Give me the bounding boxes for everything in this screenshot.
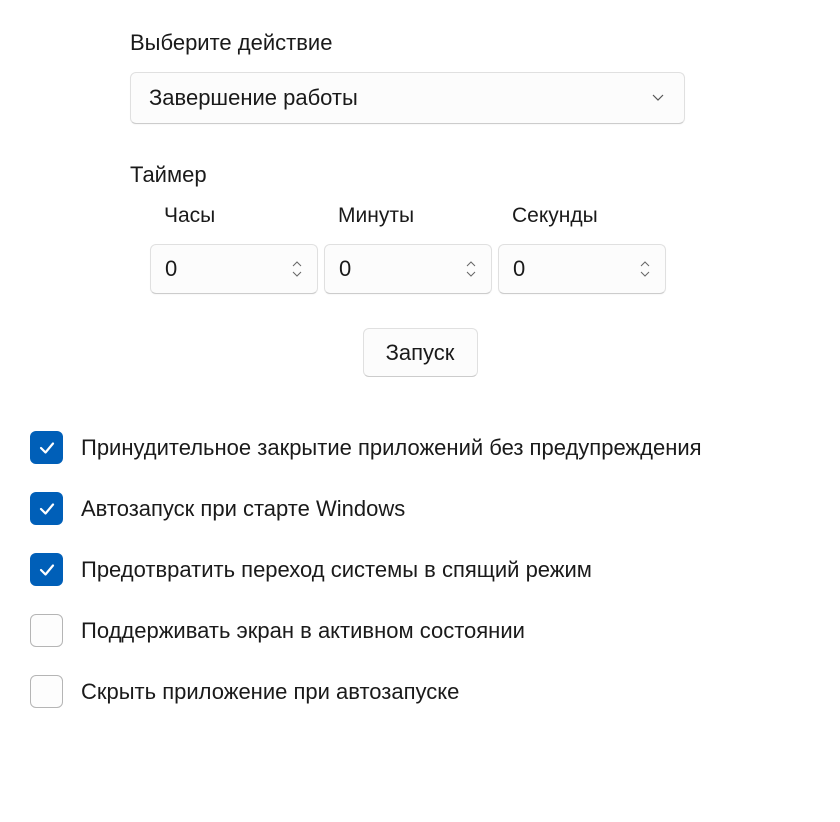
option-keep-screen-active[interactable]: Поддерживать экран в активном состоянии [30,614,810,647]
action-dropdown-value: Завершение работы [149,85,358,111]
minutes-label: Минуты [324,204,492,228]
option-hide-on-autostart[interactable]: Скрыть приложение при автозапуске [30,675,810,708]
option-prevent-sleep[interactable]: Предотвратить переход системы в спящий р… [30,553,810,586]
minutes-spinbox[interactable]: 0 [324,244,492,294]
option-label: Автозапуск при старте Windows [81,496,405,522]
checkbox-checked-icon[interactable] [30,553,63,586]
option-autostart[interactable]: Автозапуск при старте Windows [30,492,810,525]
seconds-value: 0 [513,256,525,282]
options-list: Принудительное закрытие приложений без п… [30,431,810,708]
minutes-value: 0 [339,256,351,282]
hours-label: Часы [150,204,318,228]
timer-label: Таймер [130,162,810,188]
option-label: Скрыть приложение при автозапуске [81,679,459,705]
spin-arrows-icon [291,260,303,278]
hours-value: 0 [165,256,177,282]
option-force-close[interactable]: Принудительное закрытие приложений без п… [30,431,810,464]
seconds-spinbox[interactable]: 0 [498,244,666,294]
option-label: Поддерживать экран в активном состоянии [81,618,525,644]
option-label: Принудительное закрытие приложений без п… [81,435,702,461]
run-button[interactable]: Запуск [363,328,478,377]
action-dropdown[interactable]: Завершение работы [130,72,685,124]
option-label: Предотвратить переход системы в спящий р… [81,557,592,583]
checkbox-checked-icon[interactable] [30,431,63,464]
chevron-down-icon [650,85,666,111]
checkbox-unchecked-icon[interactable] [30,675,63,708]
action-label: Выберите действие [130,30,810,56]
spin-arrows-icon [639,260,651,278]
hours-spinbox[interactable]: 0 [150,244,318,294]
spin-arrows-icon [465,260,477,278]
checkbox-unchecked-icon[interactable] [30,614,63,647]
seconds-label: Секунды [498,204,666,228]
checkbox-checked-icon[interactable] [30,492,63,525]
timer-row: Часы 0 Минуты 0 Секунды [150,204,810,294]
